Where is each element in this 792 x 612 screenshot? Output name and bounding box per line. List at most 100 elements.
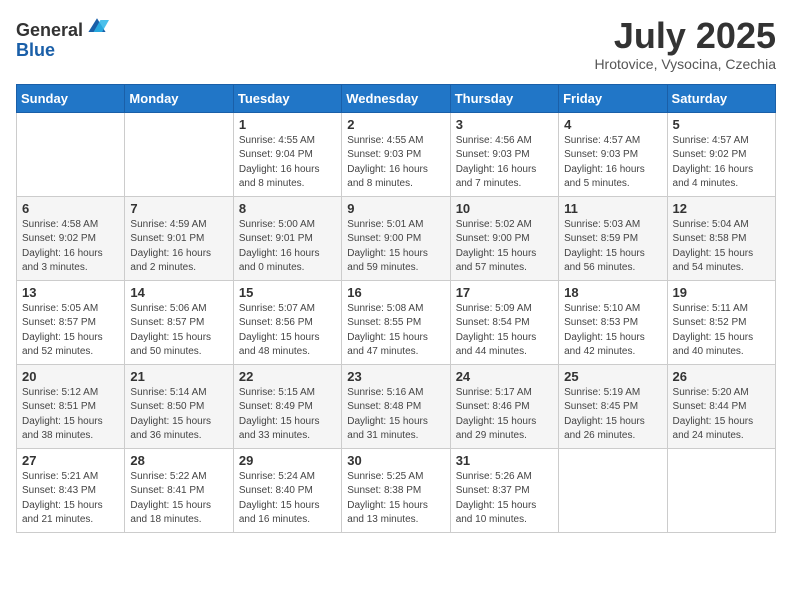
calendar-cell: 22 Sunrise: 5:15 AM Sunset: 8:49 PM Dayli… (233, 364, 341, 448)
calendar-cell: 3 Sunrise: 4:56 AM Sunset: 9:03 PM Daylig… (450, 112, 558, 196)
day-info: Sunrise: 5:20 AM Sunset: 8:44 PM Dayligh… (673, 386, 770, 444)
day-info: Sunrise: 5:14 AM Sunset: 8:50 PM Dayligh… (130, 386, 227, 444)
day-number: 7 (130, 201, 227, 216)
day-number: 29 (239, 453, 336, 468)
day-number: 10 (456, 201, 553, 216)
day-number: 28 (130, 453, 227, 468)
calendar-cell: 24Sunrise: 5:17 AM Sunset: 8:46 PM Dayli… (450, 364, 558, 448)
day-number: 8 (239, 201, 336, 216)
day-info: Sunrise: 5:22 AM Sunset: 8:41 PM Dayligh… (130, 470, 227, 528)
calendar-cell: 10 Sunrise: 5:02 AM Sunset: 9:00 PM Dayli… (450, 196, 558, 280)
weekday-header: Thursday (450, 84, 558, 112)
calendar-cell: 25 Sunrise: 5:19 AM Sunset: 8:45 PM Dayli… (559, 364, 667, 448)
day-info: Sunrise: 5:11 AM Sunset: 8:52 PM Dayligh… (673, 302, 770, 360)
day-info: Sunrise: 5:12 AM Sunset: 8:51 PM Dayligh… (22, 386, 119, 444)
weekday-header: Friday (559, 84, 667, 112)
day-number: 3 (456, 117, 553, 132)
day-number: 21 (130, 369, 227, 384)
day-number: 25 (564, 369, 661, 384)
day-info: Sunrise: 4:57 AM Sunset: 9:03 PM Dayligh… (564, 134, 661, 192)
day-number: 17 (456, 285, 553, 300)
calendar-cell: 11Sunrise: 5:03 AM Sunset: 8:59 PM Dayli… (559, 196, 667, 280)
calendar-cell (17, 112, 125, 196)
day-number: 2 (347, 117, 444, 132)
page-header: General Blue July 2025 Hrotovice, Vysoci… (16, 16, 776, 72)
day-info: Sunrise: 5:01 AM Sunset: 9:00 PM Dayligh… (347, 218, 444, 276)
day-number: 26 (673, 369, 770, 384)
logo: General Blue (16, 16, 109, 61)
day-number: 14 (130, 285, 227, 300)
day-number: 24 (456, 369, 553, 384)
calendar-cell: 26 Sunrise: 5:20 AM Sunset: 8:44 PM Dayli… (667, 364, 775, 448)
weekday-header: Monday (125, 84, 233, 112)
weekday-header: Tuesday (233, 84, 341, 112)
day-info: Sunrise: 4:59 AM Sunset: 9:01 PM Dayligh… (130, 218, 227, 276)
day-number: 31 (456, 453, 553, 468)
weekday-header: Sunday (17, 84, 125, 112)
calendar-cell: 13Sunrise: 5:05 AM Sunset: 8:57 PM Dayli… (17, 280, 125, 364)
day-info: Sunrise: 5:25 AM Sunset: 8:38 PM Dayligh… (347, 470, 444, 528)
weekday-header: Saturday (667, 84, 775, 112)
day-number: 9 (347, 201, 444, 216)
calendar-cell: 21 Sunrise: 5:14 AM Sunset: 8:50 PM Dayli… (125, 364, 233, 448)
day-info: Sunrise: 4:56 AM Sunset: 9:03 PM Dayligh… (456, 134, 553, 192)
day-info: Sunrise: 5:24 AM Sunset: 8:40 PM Dayligh… (239, 470, 336, 528)
day-info: Sunrise: 5:19 AM Sunset: 8:45 PM Dayligh… (564, 386, 661, 444)
calendar-cell: 30 Sunrise: 5:25 AM Sunset: 8:38 PM Dayli… (342, 448, 450, 532)
calendar-cell: 12 Sunrise: 5:04 AM Sunset: 8:58 PM Dayli… (667, 196, 775, 280)
day-info: Sunrise: 4:55 AM Sunset: 9:03 PM Dayligh… (347, 134, 444, 192)
day-number: 6 (22, 201, 119, 216)
day-number: 23 (347, 369, 444, 384)
day-number: 18 (564, 285, 661, 300)
day-info: Sunrise: 5:15 AM Sunset: 8:49 PM Dayligh… (239, 386, 336, 444)
day-number: 5 (673, 117, 770, 132)
calendar-cell: 7 Sunrise: 4:59 AM Sunset: 9:01 PM Daylig… (125, 196, 233, 280)
day-info: Sunrise: 5:05 AM Sunset: 8:57 PM Dayligh… (22, 302, 119, 360)
day-number: 15 (239, 285, 336, 300)
day-info: Sunrise: 5:26 AM Sunset: 8:37 PM Dayligh… (456, 470, 553, 528)
calendar-cell (125, 112, 233, 196)
calendar-week-row: 13Sunrise: 5:05 AM Sunset: 8:57 PM Dayli… (17, 280, 776, 364)
day-info: Sunrise: 5:21 AM Sunset: 8:43 PM Dayligh… (22, 470, 119, 528)
day-number: 16 (347, 285, 444, 300)
day-info: Sunrise: 4:57 AM Sunset: 9:02 PM Dayligh… (673, 134, 770, 192)
day-number: 20 (22, 369, 119, 384)
day-info: Sunrise: 5:10 AM Sunset: 8:53 PM Dayligh… (564, 302, 661, 360)
day-info: Sunrise: 4:58 AM Sunset: 9:02 PM Dayligh… (22, 218, 119, 276)
location-subtitle: Hrotovice, Vysocina, Czechia (594, 56, 776, 72)
calendar-week-row: 1Sunrise: 4:55 AM Sunset: 9:04 PM Daylig… (17, 112, 776, 196)
calendar-cell: 8 Sunrise: 5:00 AM Sunset: 9:01 PM Daylig… (233, 196, 341, 280)
weekday-header: Wednesday (342, 84, 450, 112)
day-number: 22 (239, 369, 336, 384)
logo-general: General (16, 20, 83, 40)
calendar-cell: 18 Sunrise: 5:10 AM Sunset: 8:53 PM Dayli… (559, 280, 667, 364)
day-info: Sunrise: 5:03 AM Sunset: 8:59 PM Dayligh… (564, 218, 661, 276)
day-info: Sunrise: 5:02 AM Sunset: 9:00 PM Dayligh… (456, 218, 553, 276)
calendar-cell: 20 Sunrise: 5:12 AM Sunset: 8:51 PM Dayli… (17, 364, 125, 448)
calendar-week-row: 20 Sunrise: 5:12 AM Sunset: 8:51 PM Dayli… (17, 364, 776, 448)
weekday-row: SundayMondayTuesdayWednesdayThursdayFrid… (17, 84, 776, 112)
logo-blue: Blue (16, 41, 109, 61)
day-info: Sunrise: 4:55 AM Sunset: 9:04 PM Dayligh… (239, 134, 336, 192)
calendar-week-row: 27Sunrise: 5:21 AM Sunset: 8:43 PM Dayli… (17, 448, 776, 532)
day-info: Sunrise: 5:00 AM Sunset: 9:01 PM Dayligh… (239, 218, 336, 276)
calendar-cell: 28 Sunrise: 5:22 AM Sunset: 8:41 PM Dayli… (125, 448, 233, 532)
day-number: 30 (347, 453, 444, 468)
calendar-cell: 17Sunrise: 5:09 AM Sunset: 8:54 PM Dayli… (450, 280, 558, 364)
calendar-cell (667, 448, 775, 532)
day-info: Sunrise: 5:16 AM Sunset: 8:48 PM Dayligh… (347, 386, 444, 444)
month-title: July 2025 (594, 16, 776, 56)
calendar-cell: 23 Sunrise: 5:16 AM Sunset: 8:48 PM Dayli… (342, 364, 450, 448)
day-info: Sunrise: 5:04 AM Sunset: 8:58 PM Dayligh… (673, 218, 770, 276)
calendar-cell: 15Sunrise: 5:07 AM Sunset: 8:56 PM Dayli… (233, 280, 341, 364)
calendar-cell: 31 Sunrise: 5:26 AM Sunset: 8:37 PM Dayli… (450, 448, 558, 532)
logo-icon (85, 16, 109, 36)
calendar-header: SundayMondayTuesdayWednesdayThursdayFrid… (17, 84, 776, 112)
calendar-table: SundayMondayTuesdayWednesdayThursdayFrid… (16, 84, 776, 533)
day-number: 4 (564, 117, 661, 132)
calendar-cell: 9 Sunrise: 5:01 AM Sunset: 9:00 PM Daylig… (342, 196, 450, 280)
calendar-cell: 19 Sunrise: 5:11 AM Sunset: 8:52 PM Dayli… (667, 280, 775, 364)
day-number: 19 (673, 285, 770, 300)
calendar-cell (559, 448, 667, 532)
day-number: 12 (673, 201, 770, 216)
